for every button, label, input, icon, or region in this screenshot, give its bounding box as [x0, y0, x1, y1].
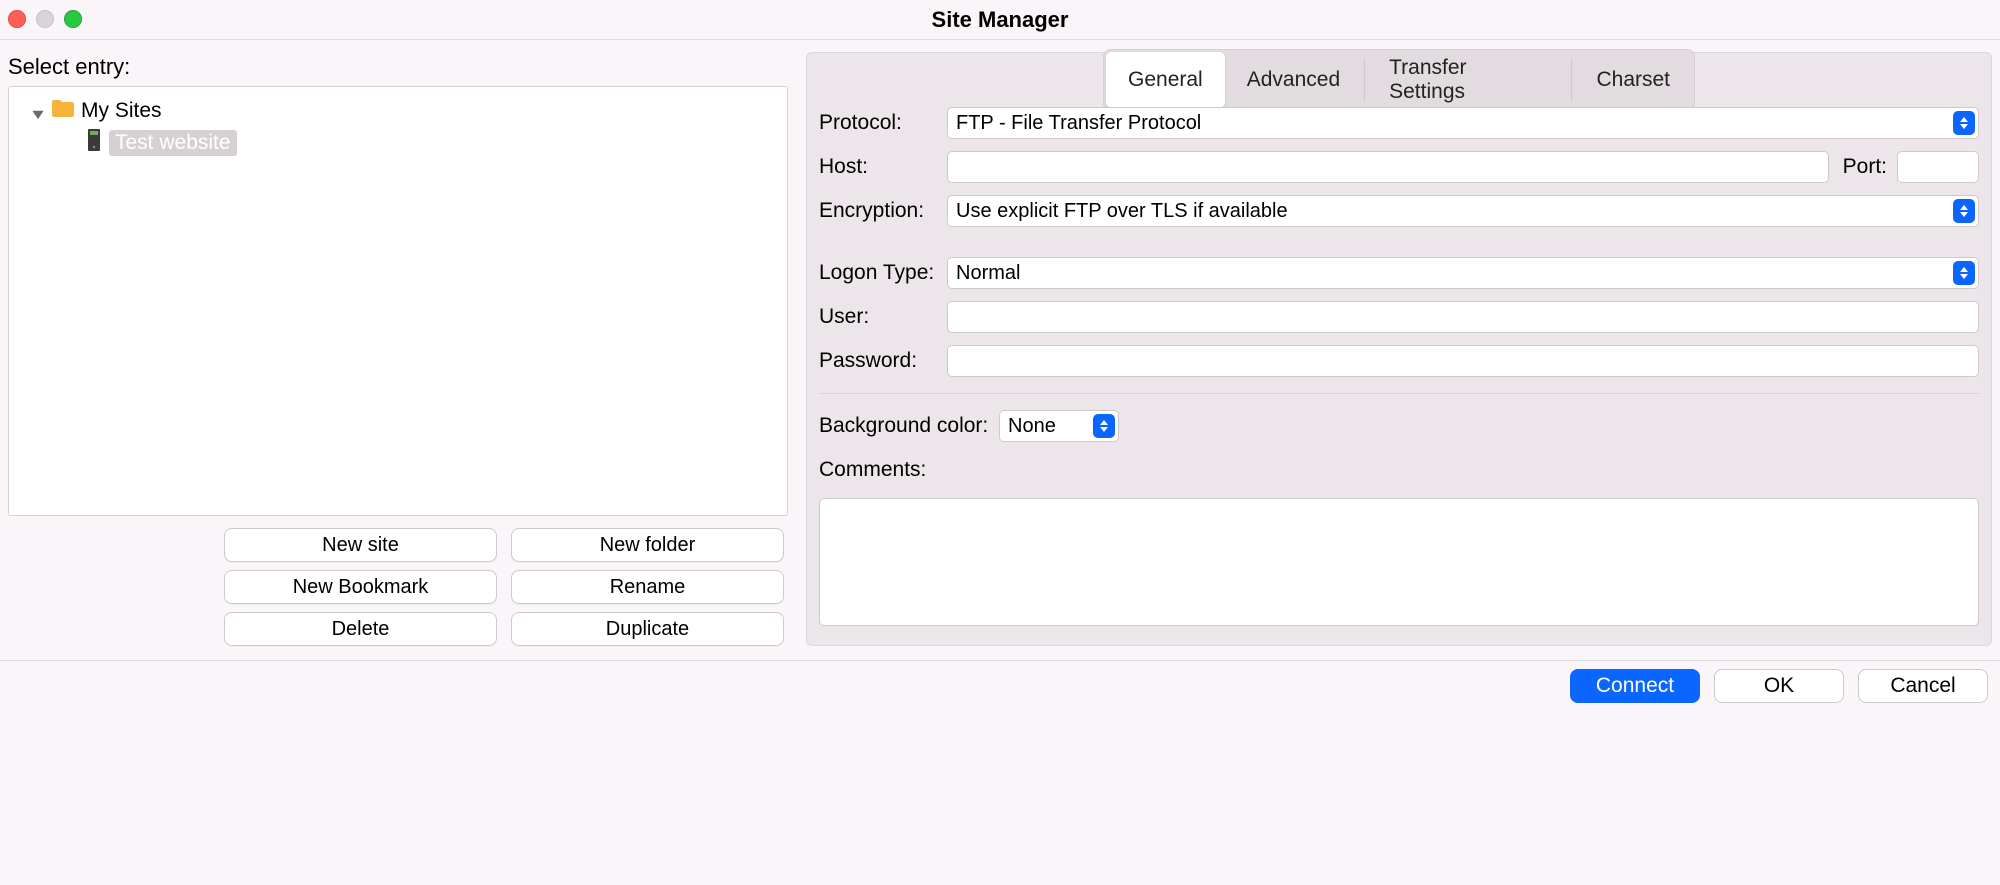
host-label: Host:	[819, 155, 937, 179]
dropdown-icon	[1093, 414, 1115, 438]
bgcolor-select[interactable]: None	[999, 410, 1119, 442]
tab-general[interactable]: General	[1106, 52, 1225, 108]
window-title: Site Manager	[932, 7, 1069, 33]
user-input[interactable]	[947, 301, 1979, 333]
new-site-button[interactable]: New site	[224, 528, 497, 562]
user-label: User:	[819, 305, 937, 329]
dropdown-icon	[1953, 261, 1975, 285]
chevron-down-icon[interactable]	[31, 104, 45, 118]
cancel-button[interactable]: Cancel	[1858, 669, 1988, 703]
protocol-label: Protocol:	[819, 111, 937, 135]
window-close-button[interactable]	[8, 10, 26, 28]
encryption-select[interactable]: Use explicit FTP over TLS if available	[947, 195, 1979, 227]
bgcolor-label: Background color:	[819, 414, 989, 438]
site-action-buttons: New site New folder New Bookmark Rename …	[224, 528, 784, 646]
tab-separator	[1571, 58, 1572, 102]
ok-button[interactable]: OK	[1714, 669, 1844, 703]
protocol-value: FTP - File Transfer Protocol	[956, 112, 1948, 135]
window-controls	[8, 10, 82, 28]
tree-root-my-sites[interactable]: My Sites	[15, 95, 781, 127]
port-label: Port:	[1843, 155, 1887, 179]
host-input[interactable]	[947, 151, 1829, 183]
duplicate-button[interactable]: Duplicate	[511, 612, 784, 646]
logon-type-value: Normal	[956, 262, 1948, 285]
tab-advanced[interactable]: Advanced	[1225, 52, 1362, 108]
site-tree[interactable]: My Sites Test website	[8, 86, 788, 516]
server-icon	[85, 128, 103, 158]
user-input-field[interactable]	[956, 304, 1970, 330]
protocol-select[interactable]: FTP - File Transfer Protocol	[947, 107, 1979, 139]
connect-button[interactable]: Connect	[1570, 669, 1700, 703]
password-input[interactable]	[947, 345, 1979, 377]
tree-root-label: My Sites	[81, 99, 162, 123]
dropdown-icon	[1953, 199, 1975, 223]
rename-button[interactable]: Rename	[511, 570, 784, 604]
tree-item-test-website[interactable]: Test website	[15, 127, 781, 159]
tree-item-label: Test website	[109, 130, 237, 156]
port-input[interactable]	[1897, 151, 1979, 183]
host-input-field[interactable]	[956, 154, 1820, 180]
encryption-label: Encryption:	[819, 199, 937, 223]
bgcolor-value: None	[1008, 415, 1088, 438]
settings-panel: General Advanced Transfer Settings Chars…	[806, 52, 1992, 646]
password-input-field[interactable]	[956, 348, 1970, 374]
window-minimize-button[interactable]	[36, 10, 54, 28]
port-input-field[interactable]	[1906, 154, 1970, 180]
comments-textarea[interactable]	[820, 499, 1978, 625]
tab-separator	[1364, 58, 1365, 102]
tab-transfer-settings[interactable]: Transfer Settings	[1367, 52, 1569, 108]
comments-label: Comments:	[819, 458, 1979, 482]
select-entry-label: Select entry:	[8, 54, 788, 80]
window-maximize-button[interactable]	[64, 10, 82, 28]
divider	[819, 393, 1979, 394]
comments-input[interactable]	[819, 498, 1979, 626]
dialog-footer: Connect OK Cancel	[0, 660, 2000, 713]
logon-type-select[interactable]: Normal	[947, 257, 1979, 289]
dropdown-icon	[1953, 111, 1975, 135]
delete-button[interactable]: Delete	[224, 612, 497, 646]
folder-icon	[51, 98, 75, 124]
settings-tabbar: General Advanced Transfer Settings Chars…	[1103, 49, 1695, 111]
new-folder-button[interactable]: New folder	[511, 528, 784, 562]
tab-charset[interactable]: Charset	[1574, 52, 1692, 108]
password-label: Password:	[819, 349, 937, 373]
new-bookmark-button[interactable]: New Bookmark	[224, 570, 497, 604]
titlebar: Site Manager	[0, 0, 2000, 40]
encryption-value: Use explicit FTP over TLS if available	[956, 200, 1948, 223]
logon-type-label: Logon Type:	[819, 261, 937, 285]
